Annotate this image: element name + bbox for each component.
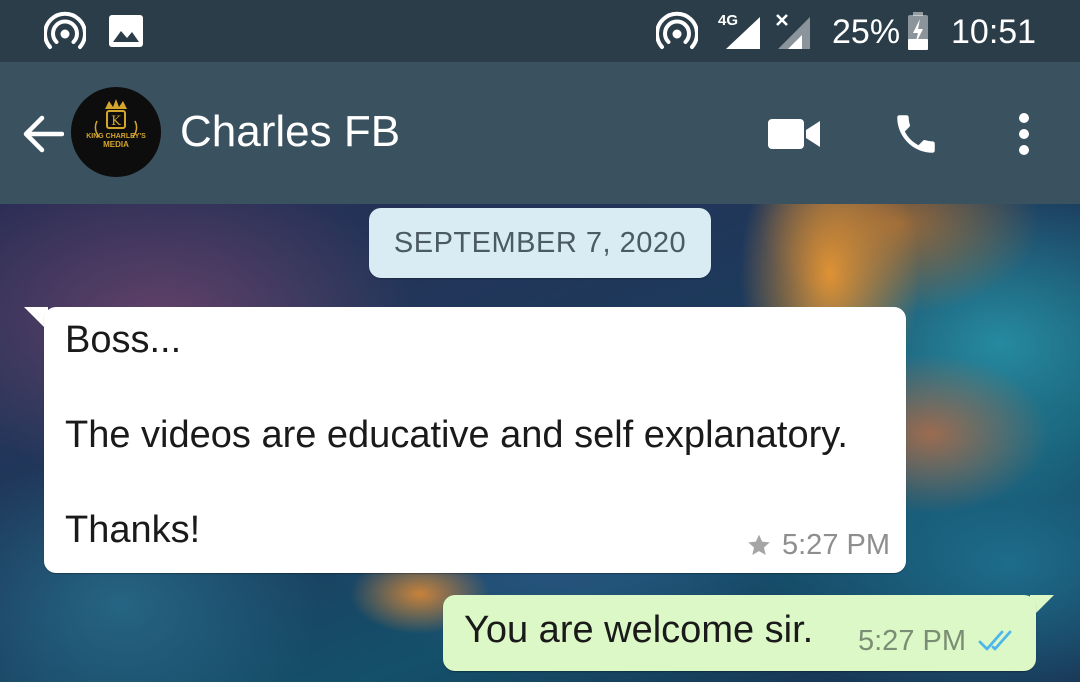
status-bar: 4G 25% 10:51 bbox=[0, 0, 1080, 62]
more-options-icon bbox=[1019, 113, 1029, 155]
message-meta: 5:27 PM bbox=[746, 525, 890, 565]
video-call-button[interactable] bbox=[762, 102, 826, 166]
date-divider: SEPTEMBER 7, 2020 bbox=[369, 208, 711, 278]
chat-area[interactable]: SEPTEMBER 7, 2020 Boss... The videos are… bbox=[0, 204, 1080, 682]
contact-name[interactable]: Charles FB bbox=[180, 102, 400, 162]
video-call-icon bbox=[768, 119, 820, 149]
phone-call-icon bbox=[897, 115, 935, 153]
hotspot-icon bbox=[656, 0, 698, 62]
signal-no-service-icon bbox=[774, 0, 814, 62]
message-time: 5:27 PM bbox=[782, 528, 890, 561]
message-text: Boss... The videos are educative and sel… bbox=[65, 319, 848, 551]
avatar[interactable]: K KING CHARLEY'S MEDIA bbox=[71, 87, 161, 177]
avatar-logo: K KING CHARLEY'S MEDIA bbox=[86, 99, 146, 149]
svg-text:MEDIA: MEDIA bbox=[103, 140, 129, 149]
message-meta: 5:27 PM bbox=[858, 621, 1018, 661]
read-receipt-icon bbox=[978, 630, 1012, 651]
back-button[interactable] bbox=[14, 106, 70, 162]
message-text: You are welcome sir. bbox=[464, 609, 814, 651]
gallery-icon bbox=[108, 0, 144, 62]
star-icon bbox=[748, 534, 770, 555]
network-label: 4G bbox=[718, 12, 738, 29]
back-arrow-icon bbox=[23, 115, 64, 153]
voice-call-button[interactable] bbox=[884, 102, 948, 166]
more-options-button[interactable] bbox=[992, 102, 1056, 166]
battery-charging-icon bbox=[906, 0, 930, 62]
svg-text:KING CHARLEY'S: KING CHARLEY'S bbox=[86, 133, 146, 140]
incoming-message[interactable]: Boss... The videos are educative and sel… bbox=[44, 307, 906, 573]
svg-text:K: K bbox=[111, 114, 121, 129]
chat-header: K KING CHARLEY'S MEDIA Charles FB bbox=[0, 62, 1080, 204]
clock: 10:51 bbox=[951, 13, 1037, 51]
battery-percent: 25% bbox=[832, 13, 901, 51]
message-time: 5:27 PM bbox=[858, 624, 966, 657]
outgoing-message[interactable]: You are welcome sir. 5:27 PM bbox=[443, 595, 1036, 671]
signal-4g-icon: 4G bbox=[716, 0, 764, 62]
hotspot-icon bbox=[44, 0, 86, 62]
